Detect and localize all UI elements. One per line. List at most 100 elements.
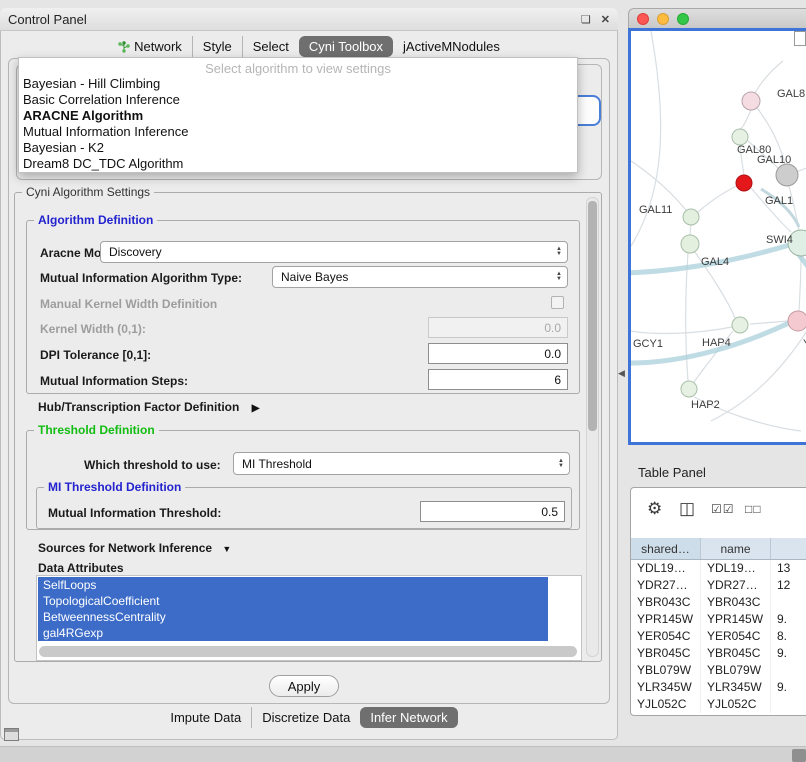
tab-discretize-data[interactable]: Discretize Data [251,707,360,728]
combo-arrows-icon: ▲▼ [558,459,564,469]
cyni-algorithm-settings-legend: Cyni Algorithm Settings [22,186,154,199]
zoom-traffic-light[interactable] [677,13,689,25]
attribute-item[interactable]: BetweennessCentrality [38,609,548,625]
tab-network[interactable]: Network [108,36,192,57]
status-strip [0,746,806,762]
tab-network-label: Network [134,39,182,54]
which-threshold-select[interactable]: MI Threshold ▲▼ [233,452,570,475]
tab-impute-data-label: Impute Data [170,710,241,725]
panel-collapse-handle[interactable]: ◀ [618,368,625,379]
attribute-item[interactable]: SelfLoops [38,577,548,593]
table-cell: YPR145W [631,611,701,628]
which-threshold-value: MI Threshold [242,457,558,471]
select-all-rows-icon[interactable]: ☑☑ [711,502,735,516]
column-header-name[interactable]: name [701,538,771,559]
network-edge[interactable] [686,253,688,381]
network-edge[interactable] [631,327,732,334]
network-scroll-corner[interactable] [794,31,806,46]
resize-grip[interactable] [792,749,806,762]
table-cell: YJL052C [631,696,701,713]
network-node[interactable] [681,381,697,397]
settings-scrollbar-thumb[interactable] [588,201,597,431]
algorithm-option[interactable]: Bayesian - K2 [19,140,577,156]
table-cell [771,594,806,611]
table-row[interactable]: YDL19… YDL19… 13 [631,560,806,577]
mi-threshold-field[interactable]: 0.5 [420,501,565,522]
network-edge[interactable] [690,225,691,236]
table-row[interactable]: YER054C YER054C 8. [631,628,806,645]
deselect-all-rows-icon[interactable]: □□ [745,502,762,516]
network-node[interactable] [788,311,806,331]
tab-impute-data[interactable]: Impute Data [160,707,251,728]
attributes-hscrollbar[interactable] [39,646,577,657]
table-row[interactable]: YLR345W YLR345W 9. [631,679,806,696]
table-body: YDL19… YDL19… 13 YDR27… YDR27… 12 YBR043… [631,560,806,713]
kernel-width-value: 0.0 [544,321,561,335]
algorithm-option-selected[interactable]: ARACNE Algorithm [19,108,577,124]
aracne-mode-select[interactable]: Discovery ▲▼ [100,241,568,263]
table-row[interactable]: YBL079W YBL079W [631,662,806,679]
table-cell: 8. [771,628,806,645]
apply-button-label: Apply [288,679,321,694]
close-traffic-light[interactable] [637,13,649,25]
mi-threshold-legend: MI Threshold Definition [44,481,185,494]
aracne-mode-value: Discovery [109,245,556,259]
algorithm-option[interactable]: Mutual Information Inference [19,124,577,140]
close-icon[interactable]: ✕ [601,13,610,26]
apply-button[interactable]: Apply [269,675,339,697]
network-edge[interactable] [698,186,736,212]
table-cell: 9. [771,611,806,628]
mi-algorithm-type-value: Naive Bayes [281,270,556,284]
table-cell: YDL19… [631,560,701,577]
network-node[interactable] [776,164,798,186]
dpi-tolerance-field[interactable]: 0.0 [428,343,568,364]
network-edge[interactable] [799,256,801,311]
tab-jactivemnodules[interactable]: jActiveMNodules [393,36,510,57]
network-view-frame: GAL8 GAL80 GAL10 GAL11 GAL1 SWI4 GAL4 GC… [628,28,806,445]
network-node[interactable] [742,92,760,110]
table-row[interactable]: YDR27… YDR27… 12 [631,577,806,594]
hub-definition-toggle[interactable]: Hub/Transcription Factor Definition ▶ [38,400,259,414]
table-cell: YDR27… [701,577,771,594]
column-selector-icon[interactable]: ◫ [679,499,695,519]
algorithm-prompt: Select algorithm to view settings [19,61,577,76]
table-row[interactable]: YPR145W YPR145W 9. [631,611,806,628]
node-label: HAP4 [702,337,731,349]
table-cell: YLR345W [701,679,771,696]
algorithm-option[interactable]: Dream8 DC_TDC Algorithm [19,156,577,172]
restore-panel-icon[interactable] [4,728,19,741]
tab-infer-network[interactable]: Infer Network [360,707,457,728]
mi-steps-field[interactable]: 6 [428,369,568,390]
minimize-traffic-light[interactable] [657,13,669,25]
gear-icon[interactable]: ⚙ [647,499,662,519]
mi-threshold-label: Mutual Information Threshold: [48,506,221,520]
attribute-item[interactable]: gal4RGexp [38,625,548,641]
tab-select[interactable]: Select [242,36,299,57]
table-cell: YBR045C [701,645,771,662]
table-row[interactable]: YBR045C YBR045C 9. [631,645,806,662]
algorithm-option[interactable]: Bayesian - Hill Climbing [19,76,577,92]
network-node[interactable] [681,235,699,253]
column-header-shared-name[interactable]: shared… [631,538,701,559]
network-edge[interactable] [740,110,751,129]
network-node[interactable] [732,129,748,145]
table-row[interactable]: YJL052C YJL052C [631,696,806,713]
table-row[interactable]: YBR043C YBR043C [631,594,806,611]
algorithm-definition-legend: Algorithm Definition [34,214,157,227]
algorithm-option[interactable]: Basic Correlation Inference [19,92,577,108]
attribute-item[interactable]: TopologicalCoefficient [38,593,548,609]
tab-cyni-toolbox[interactable]: Cyni Toolbox [299,36,393,57]
network-node[interactable] [683,209,699,225]
network-node[interactable] [732,317,748,333]
network-canvas[interactable]: GAL8 GAL80 GAL10 GAL11 GAL1 SWI4 GAL4 GC… [631,31,806,442]
float-window-icon[interactable]: ❏ [581,13,591,26]
tab-style[interactable]: Style [192,36,242,57]
window-title: Control Panel [8,12,87,27]
table-cell: YBR045C [631,645,701,662]
node-label: GAL11 [639,204,672,216]
column-header-extra[interactable] [771,538,806,559]
network-node-selected[interactable] [736,175,752,191]
sources-toggle[interactable]: Sources for Network Inference ▼ [38,541,231,555]
mi-algorithm-type-select[interactable]: Naive Bayes ▲▼ [272,266,568,288]
table-cell: YBL079W [701,662,771,679]
